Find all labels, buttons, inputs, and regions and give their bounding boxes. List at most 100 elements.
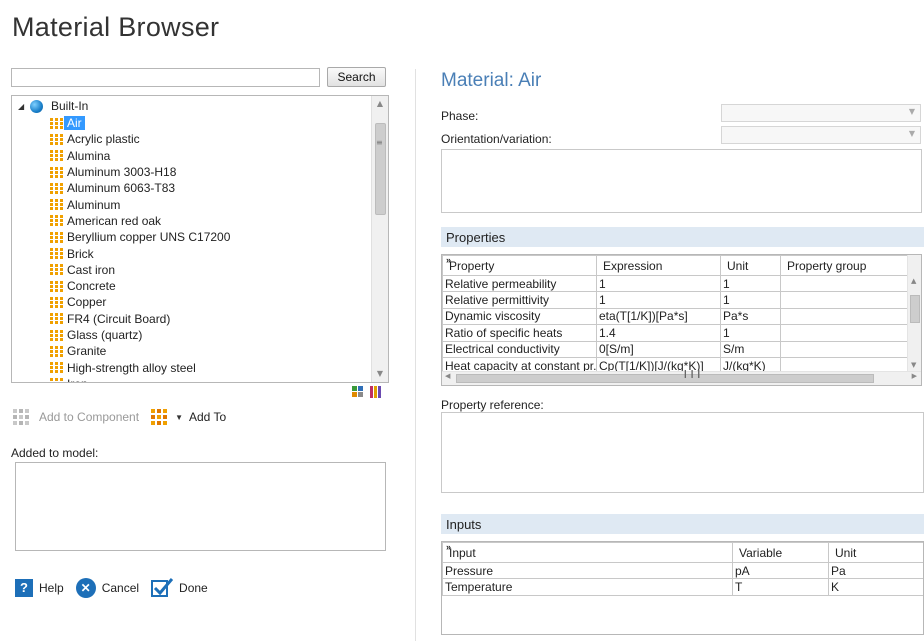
- table-row[interactable]: Relative permittivity 1 1: [442, 291, 909, 309]
- tree-item[interactable]: Cast iron: [50, 262, 230, 278]
- scroll-down-icon[interactable]: ▼: [911, 361, 916, 369]
- material-icon: [50, 378, 63, 382]
- expand-icon[interactable]: »: [446, 257, 451, 266]
- properties-table[interactable]: » Property Expression Unit Property group…: [441, 254, 922, 386]
- add-to-label: Add To: [189, 410, 227, 424]
- done-button[interactable]: Done: [151, 578, 208, 598]
- table-row[interactable]: Electrical conductivity 0[S/m] S/m: [442, 340, 909, 358]
- table-cell[interactable]: Relative permeability: [442, 274, 597, 293]
- material-icon: [50, 199, 63, 211]
- panel-divider: [415, 69, 416, 641]
- table-cell[interactable]: Pa*s: [720, 307, 781, 326]
- table-cell[interactable]: Ratio of specific heats: [442, 324, 597, 342]
- tree-item[interactable]: Acrylic plastic: [50, 131, 230, 147]
- expand-icon[interactable]: »: [446, 544, 451, 553]
- tree-scrollbar[interactable]: ▲ ≡ ▼: [371, 96, 388, 382]
- table-cell[interactable]: pA: [732, 561, 829, 580]
- table-row[interactable]: Relative permeability 1 1: [442, 274, 909, 293]
- inputs-table[interactable]: » Input Variable Unit Pressure pA Pa Tempera…: [441, 541, 924, 635]
- tree-item[interactable]: Iron: [50, 376, 230, 382]
- tree-item-label: Iron: [67, 377, 88, 382]
- col-header-property[interactable]: » Property: [442, 255, 597, 276]
- table-cell[interactable]: 1: [720, 274, 781, 293]
- scroll-down-icon[interactable]: ▼: [372, 366, 388, 382]
- table-cell[interactable]: Dynamic viscosity: [442, 307, 597, 326]
- scroll-thumb[interactable]: [910, 295, 920, 323]
- scroll-left-icon[interactable]: ◀: [445, 372, 450, 380]
- table-cell[interactable]: [780, 274, 909, 293]
- table-row[interactable]: Temperature T K: [442, 578, 923, 596]
- tree-root-built-in[interactable]: ◢ Built-In: [18, 98, 88, 114]
- tree-item[interactable]: Aluminum 3003-H18: [50, 164, 230, 180]
- table-cell[interactable]: [780, 307, 909, 326]
- properties-header[interactable]: Properties: [441, 227, 924, 247]
- col-header-unit[interactable]: Unit: [828, 542, 923, 563]
- material-grid-icon[interactable]: [352, 386, 364, 398]
- tree-item[interactable]: Concrete: [50, 278, 230, 294]
- columns-icon[interactable]: [370, 386, 382, 398]
- properties-vscroll[interactable]: ▲ ▼: [907, 255, 921, 373]
- table-cell[interactable]: [780, 324, 909, 342]
- table-cell[interactable]: Pa: [828, 561, 923, 580]
- table-cell[interactable]: 1: [596, 291, 721, 309]
- add-to-component-button[interactable]: Add to Component: [13, 409, 139, 425]
- table-cell[interactable]: Electrical conductivity: [442, 340, 597, 358]
- scroll-thumb[interactable]: [375, 123, 386, 215]
- table-cell[interactable]: K: [828, 578, 923, 596]
- tree-item[interactable]: FR4 (Circuit Board): [50, 311, 230, 327]
- table-cell[interactable]: Pressure: [442, 561, 733, 580]
- table-row[interactable]: Ratio of specific heats 1.4 1: [442, 324, 909, 342]
- tree-item[interactable]: High-strength alloy steel: [50, 359, 230, 375]
- tree-item[interactable]: Brick: [50, 245, 230, 261]
- tree-item-label: Acrylic plastic: [67, 132, 140, 147]
- tree-item[interactable]: Alumina: [50, 148, 230, 164]
- tree-item-label: FR4 (Circuit Board): [67, 311, 171, 326]
- tree-item[interactable]: American red oak: [50, 213, 230, 229]
- table-cell[interactable]: [780, 291, 909, 309]
- material-tree[interactable]: ◢ Built-In Air Acrylic plastic Alumina Alum…: [11, 95, 389, 383]
- table-cell[interactable]: 1: [720, 324, 781, 342]
- table-row[interactable]: Dynamic viscosity eta(T[1/K])[Pa*s] Pa*s: [442, 307, 909, 326]
- cancel-button[interactable]: ✕ Cancel: [75, 578, 139, 598]
- col-header-label: Property: [449, 258, 495, 273]
- search-input[interactable]: [11, 68, 320, 87]
- col-header-input[interactable]: » Input: [442, 542, 733, 563]
- properties-hscroll[interactable]: ◀ ❙❙❙ ▶: [442, 369, 921, 385]
- col-header-unit[interactable]: Unit: [720, 255, 781, 276]
- tree-item[interactable]: Aluminum: [50, 196, 230, 212]
- tree-item[interactable]: Beryllium copper UNS C17200: [50, 229, 230, 245]
- tree-item[interactable]: Granite: [50, 343, 230, 359]
- tree-item[interactable]: Copper: [50, 294, 230, 310]
- added-to-model-list[interactable]: [15, 462, 386, 551]
- tree-root-label: Built-In: [51, 99, 89, 113]
- scroll-thumb[interactable]: [456, 374, 874, 383]
- table-cell[interactable]: T: [732, 578, 829, 596]
- scroll-right-icon[interactable]: ▶: [912, 372, 917, 380]
- table-cell[interactable]: eta(T[1/K])[Pa*s]: [596, 307, 721, 326]
- table-cell[interactable]: S/m: [720, 340, 781, 358]
- table-cell[interactable]: Temperature: [442, 578, 733, 596]
- tree-item[interactable]: Glass (quartz): [50, 327, 230, 343]
- table-row[interactable]: Pressure pA Pa: [442, 561, 923, 580]
- inputs-header[interactable]: Inputs: [441, 514, 924, 534]
- help-button[interactable]: ? Help: [15, 579, 64, 597]
- material-icon: [50, 182, 63, 194]
- scroll-up-icon[interactable]: ▲: [911, 277, 916, 285]
- tree-item[interactable]: Air: [50, 115, 230, 131]
- scroll-up-icon[interactable]: ▲: [372, 96, 388, 112]
- col-header-expression[interactable]: Expression: [596, 255, 721, 276]
- table-cell[interactable]: [780, 340, 909, 358]
- col-header-property-group[interactable]: Property group: [780, 255, 909, 276]
- table-cell[interactable]: 1: [720, 291, 781, 309]
- table-cell[interactable]: 1: [596, 274, 721, 293]
- collapse-arrow-icon[interactable]: ◢: [18, 102, 30, 111]
- search-button[interactable]: Search: [327, 67, 386, 87]
- phase-select[interactable]: ▼: [721, 104, 921, 122]
- table-cell[interactable]: 0[S/m]: [596, 340, 721, 358]
- tree-item[interactable]: Aluminum 6063-T83: [50, 180, 230, 196]
- col-header-variable[interactable]: Variable: [732, 542, 829, 563]
- table-cell[interactable]: Relative permittivity: [442, 291, 597, 309]
- orientation-select[interactable]: ▼: [721, 126, 921, 144]
- table-cell[interactable]: 1.4: [596, 324, 721, 342]
- add-to-button[interactable]: ▼ Add To: [151, 409, 226, 425]
